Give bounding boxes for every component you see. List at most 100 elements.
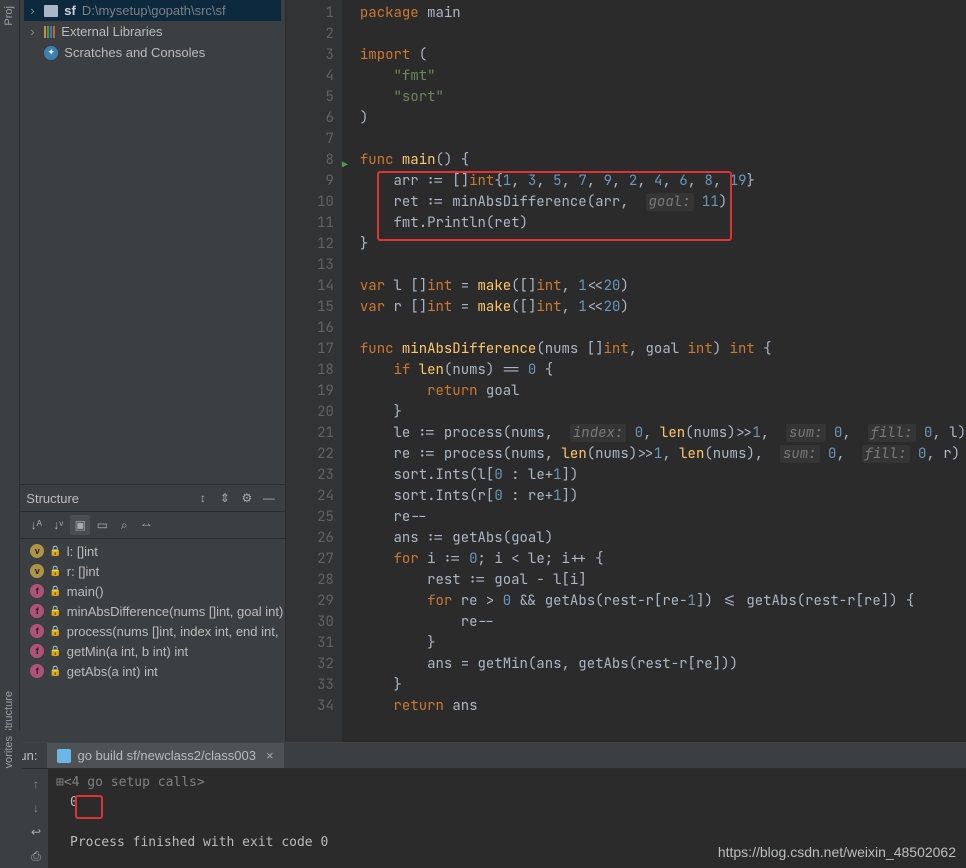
code-line[interactable]: } — [360, 402, 966, 423]
code-line[interactable]: ans = getMin(ans, getAbs(rest-r[re])) — [360, 654, 966, 675]
line-number[interactable]: 21 — [286, 423, 334, 444]
structure-item[interactable]: v🔒r: []int — [20, 561, 285, 581]
line-number[interactable]: 19 — [286, 381, 334, 402]
show-inherited-icon[interactable]: ▭ — [92, 515, 112, 535]
code-line[interactable] — [360, 24, 966, 45]
run-tab[interactable]: go build sf/newclass2/class003 × — [47, 743, 283, 768]
left-tool-rail[interactable]: Proj Structure — [0, 0, 20, 742]
code-line[interactable]: "sort" — [360, 87, 966, 108]
line-number[interactable]: 7 — [286, 129, 334, 150]
chevron-right-icon[interactable]: › — [30, 3, 38, 18]
line-number[interactable]: 1 — [286, 3, 334, 24]
up-icon[interactable]: ↑ — [26, 774, 46, 794]
structure-item[interactable]: f🔒main() — [20, 581, 285, 601]
code-line[interactable]: for re > 0 && getAbs(rest-r[re-1]) <= ge… — [360, 591, 966, 612]
structure-item[interactable]: f🔒minAbsDifference(nums []int, goal int) — [20, 601, 285, 621]
code-line[interactable]: var r []int = make([]int, 1<<20) — [360, 297, 966, 318]
line-number[interactable]: 8▶ — [286, 150, 334, 171]
line-number[interactable]: 31 — [286, 633, 334, 654]
structure-item[interactable]: f🔒process(nums []int, index int, end int… — [20, 621, 285, 641]
code-line[interactable]: ) — [360, 108, 966, 129]
line-number[interactable]: 9 — [286, 171, 334, 192]
line-number[interactable]: 11 — [286, 213, 334, 234]
code-line[interactable]: } — [360, 633, 966, 654]
code-line[interactable]: rest := goal - l[i] — [360, 570, 966, 591]
line-number[interactable]: 18 — [286, 360, 334, 381]
line-number[interactable]: 17 — [286, 339, 334, 360]
line-number[interactable]: 13 — [286, 255, 334, 276]
code-line[interactable]: re-- — [360, 507, 966, 528]
minimize-icon[interactable]: — — [259, 488, 279, 508]
line-number[interactable]: 25 — [286, 507, 334, 528]
structure-item[interactable]: f🔒getMin(a int, b int) int — [20, 641, 285, 661]
line-number[interactable]: 22 — [286, 444, 334, 465]
code-line[interactable]: } — [360, 675, 966, 696]
code-line[interactable]: for i := 0; i < le; i++ { — [360, 549, 966, 570]
line-number[interactable]: 24 — [286, 486, 334, 507]
structure-item[interactable]: v🔒l: []int — [20, 541, 285, 561]
line-number[interactable]: 16 — [286, 318, 334, 339]
line-number[interactable]: 29 — [286, 591, 334, 612]
sort-az-icon[interactable]: ↓ᴬ — [26, 515, 46, 535]
structure-item[interactable]: f🔒getAbs(a int) int — [20, 661, 285, 681]
line-number[interactable]: 34 — [286, 696, 334, 717]
collapse-icon[interactable]: ⇕ — [215, 488, 235, 508]
run-gutter-icon[interactable]: ▶ — [342, 154, 348, 175]
expand-icon[interactable]: ↕ — [193, 488, 213, 508]
line-number[interactable]: 27 — [286, 549, 334, 570]
code-line[interactable]: package main — [360, 3, 966, 24]
line-number[interactable]: 26 — [286, 528, 334, 549]
code-line[interactable]: fmt.Println(ret) — [360, 213, 966, 234]
code-line[interactable]: return ans — [360, 696, 966, 717]
rail-project[interactable]: Proj — [3, 6, 15, 26]
filter-icon[interactable]: ⌕ — [114, 515, 134, 535]
down-icon[interactable]: ↓ — [26, 798, 46, 818]
line-number[interactable]: 28 — [286, 570, 334, 591]
line-number[interactable]: 23 — [286, 465, 334, 486]
tree-root[interactable]: › sf D:\mysetup\gopath\src\sf — [24, 0, 281, 21]
code-line[interactable] — [360, 129, 966, 150]
line-number[interactable]: 15 — [286, 297, 334, 318]
line-number[interactable]: 14 — [286, 276, 334, 297]
line-number[interactable]: 4 — [286, 66, 334, 87]
editor-code[interactable]: package main import ( "fmt" "sort") func… — [342, 0, 966, 742]
sort-vis-icon[interactable]: ↓ᵛ — [48, 515, 68, 535]
show-fields-icon[interactable]: ▣ — [70, 515, 90, 535]
autoscroll-icon[interactable]: ⥎ — [136, 515, 156, 535]
code-line[interactable]: return goal — [360, 381, 966, 402]
code-line[interactable] — [360, 318, 966, 339]
print-icon[interactable]: ⎙ — [26, 846, 46, 866]
console-fold[interactable]: <4 go setup calls> — [64, 775, 205, 790]
code-line[interactable]: func minAbsDifference(nums []int, goal i… — [360, 339, 966, 360]
code-line[interactable]: re := process(nums, len(nums)>>1, len(nu… — [360, 444, 966, 465]
close-icon[interactable]: × — [262, 748, 274, 763]
line-number[interactable]: 32 — [286, 654, 334, 675]
line-number[interactable]: 12 — [286, 234, 334, 255]
line-number[interactable]: 2 — [286, 24, 334, 45]
line-number[interactable]: 20 — [286, 402, 334, 423]
wrap-icon[interactable]: ↩ — [26, 822, 46, 842]
code-line[interactable] — [360, 255, 966, 276]
editor-gutter[interactable]: 12345678▶9101112131415161718192021222324… — [286, 0, 342, 742]
code-editor[interactable]: 12345678▶9101112131415161718192021222324… — [286, 0, 966, 742]
code-line[interactable]: arr := []int{1, 3, 5, 7, 9, 2, 4, 6, 8, … — [360, 171, 966, 192]
project-tree[interactable]: › sf D:\mysetup\gopath\src\sf › External… — [20, 0, 285, 71]
code-line[interactable]: ans := getAbs(goal) — [360, 528, 966, 549]
code-line[interactable]: } — [360, 234, 966, 255]
line-number[interactable]: 30 — [286, 612, 334, 633]
chevron-right-icon[interactable]: › — [30, 24, 38, 39]
code-line[interactable]: var l []int = make([]int, 1<<20) — [360, 276, 966, 297]
line-number[interactable]: 3 — [286, 45, 334, 66]
gear-icon[interactable]: ⚙ — [237, 488, 257, 508]
line-number[interactable]: 10 — [286, 192, 334, 213]
code-line[interactable]: "fmt" — [360, 66, 966, 87]
code-line[interactable]: import ( — [360, 45, 966, 66]
code-line[interactable]: sort.Ints(l[0 : le+1]) — [360, 465, 966, 486]
line-number[interactable]: 5 — [286, 87, 334, 108]
code-line[interactable]: func main() { — [360, 150, 966, 171]
tree-ext-lib[interactable]: › External Libraries — [24, 21, 281, 42]
tree-scratches[interactable]: ✦ Scratches and Consoles — [24, 42, 281, 63]
code-line[interactable]: sort.Ints(r[0 : re+1]) — [360, 486, 966, 507]
code-line[interactable]: le := process(nums, index: 0, len(nums)>… — [360, 423, 966, 444]
line-number[interactable]: 33 — [286, 675, 334, 696]
